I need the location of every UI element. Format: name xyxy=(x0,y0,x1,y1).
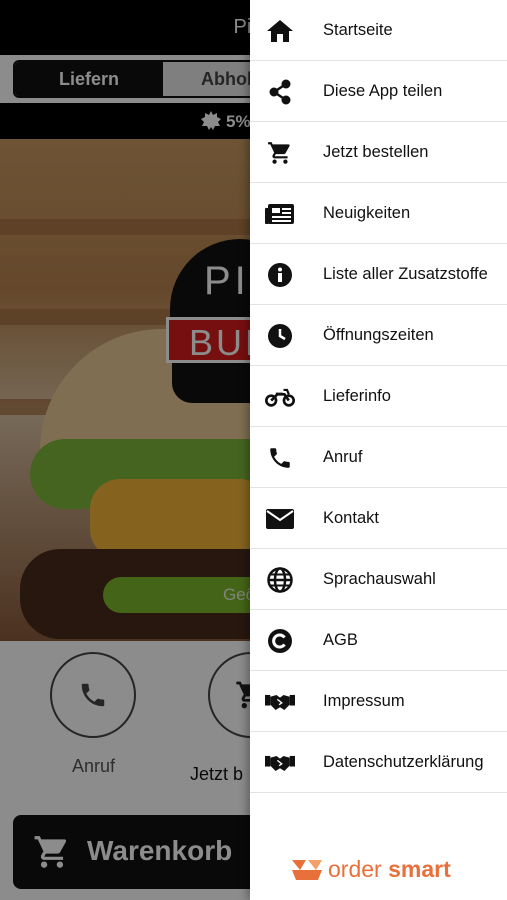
menu-item-imprint[interactable]: Impressum xyxy=(250,671,507,732)
menu-item-terms[interactable]: AGB xyxy=(250,610,507,671)
share-icon xyxy=(265,78,295,106)
info-icon xyxy=(265,261,295,289)
menu-item-order-now[interactable]: Jetzt bestellen xyxy=(250,122,507,183)
menu-item-label: Anruf xyxy=(323,448,363,466)
ordersmart-logo: order smart xyxy=(290,855,460,885)
brand-part1: order xyxy=(328,856,382,882)
clock-icon xyxy=(265,322,295,350)
copyright-icon xyxy=(265,627,295,655)
menu-item-label: Neuigkeiten xyxy=(323,204,411,222)
menu-item-delivery-info[interactable]: Lieferinfo xyxy=(250,366,507,427)
menu-item-label: Sprachauswahl xyxy=(323,570,436,588)
menu-item-label: Diese App teilen xyxy=(323,82,443,100)
ordersmart-logo-icon xyxy=(292,860,322,880)
menu-item-call[interactable]: Anruf xyxy=(250,427,507,488)
navigation-drawer: Startseite Diese App teilen Jetzt bestel… xyxy=(250,0,507,900)
menu-item-share[interactable]: Diese App teilen xyxy=(250,61,507,122)
menu-item-label: Impressum xyxy=(323,692,405,710)
menu-item-label: Kontakt xyxy=(323,509,379,527)
menu-item-opening-hours[interactable]: Öffnungszeiten xyxy=(250,305,507,366)
menu-item-language[interactable]: Sprachauswahl xyxy=(250,549,507,610)
menu-item-label: Jetzt bestellen xyxy=(323,143,429,161)
menu-item-label: Datenschutzerklärung xyxy=(323,753,484,771)
menu-item-news[interactable]: Neuigkeiten xyxy=(250,183,507,244)
brand-part2: smart xyxy=(388,856,451,882)
handshake-icon xyxy=(265,688,295,716)
menu-item-contact[interactable]: Kontakt xyxy=(250,488,507,549)
menu-item-label: Öffnungszeiten xyxy=(323,326,434,344)
menu-item-label: Liste aller Zusatzstoffe xyxy=(323,265,488,283)
menu-item-label: AGB xyxy=(323,631,358,649)
brand-text: order smart xyxy=(328,856,451,883)
envelope-icon xyxy=(265,505,295,533)
menu-item-additives[interactable]: Liste aller Zusatzstoffe xyxy=(250,244,507,305)
newspaper-icon xyxy=(265,200,295,228)
menu-item-home[interactable]: Startseite xyxy=(250,0,507,61)
handshake-icon xyxy=(265,749,295,777)
phone-icon xyxy=(265,444,295,472)
menu-item-label: Lieferinfo xyxy=(323,387,391,405)
motorcycle-icon xyxy=(265,383,295,411)
home-icon xyxy=(265,17,295,45)
menu-item-privacy[interactable]: Datenschutzerklärung xyxy=(250,732,507,793)
cart-icon xyxy=(265,139,295,167)
menu-item-label: Startseite xyxy=(323,21,393,39)
globe-icon xyxy=(265,566,295,594)
